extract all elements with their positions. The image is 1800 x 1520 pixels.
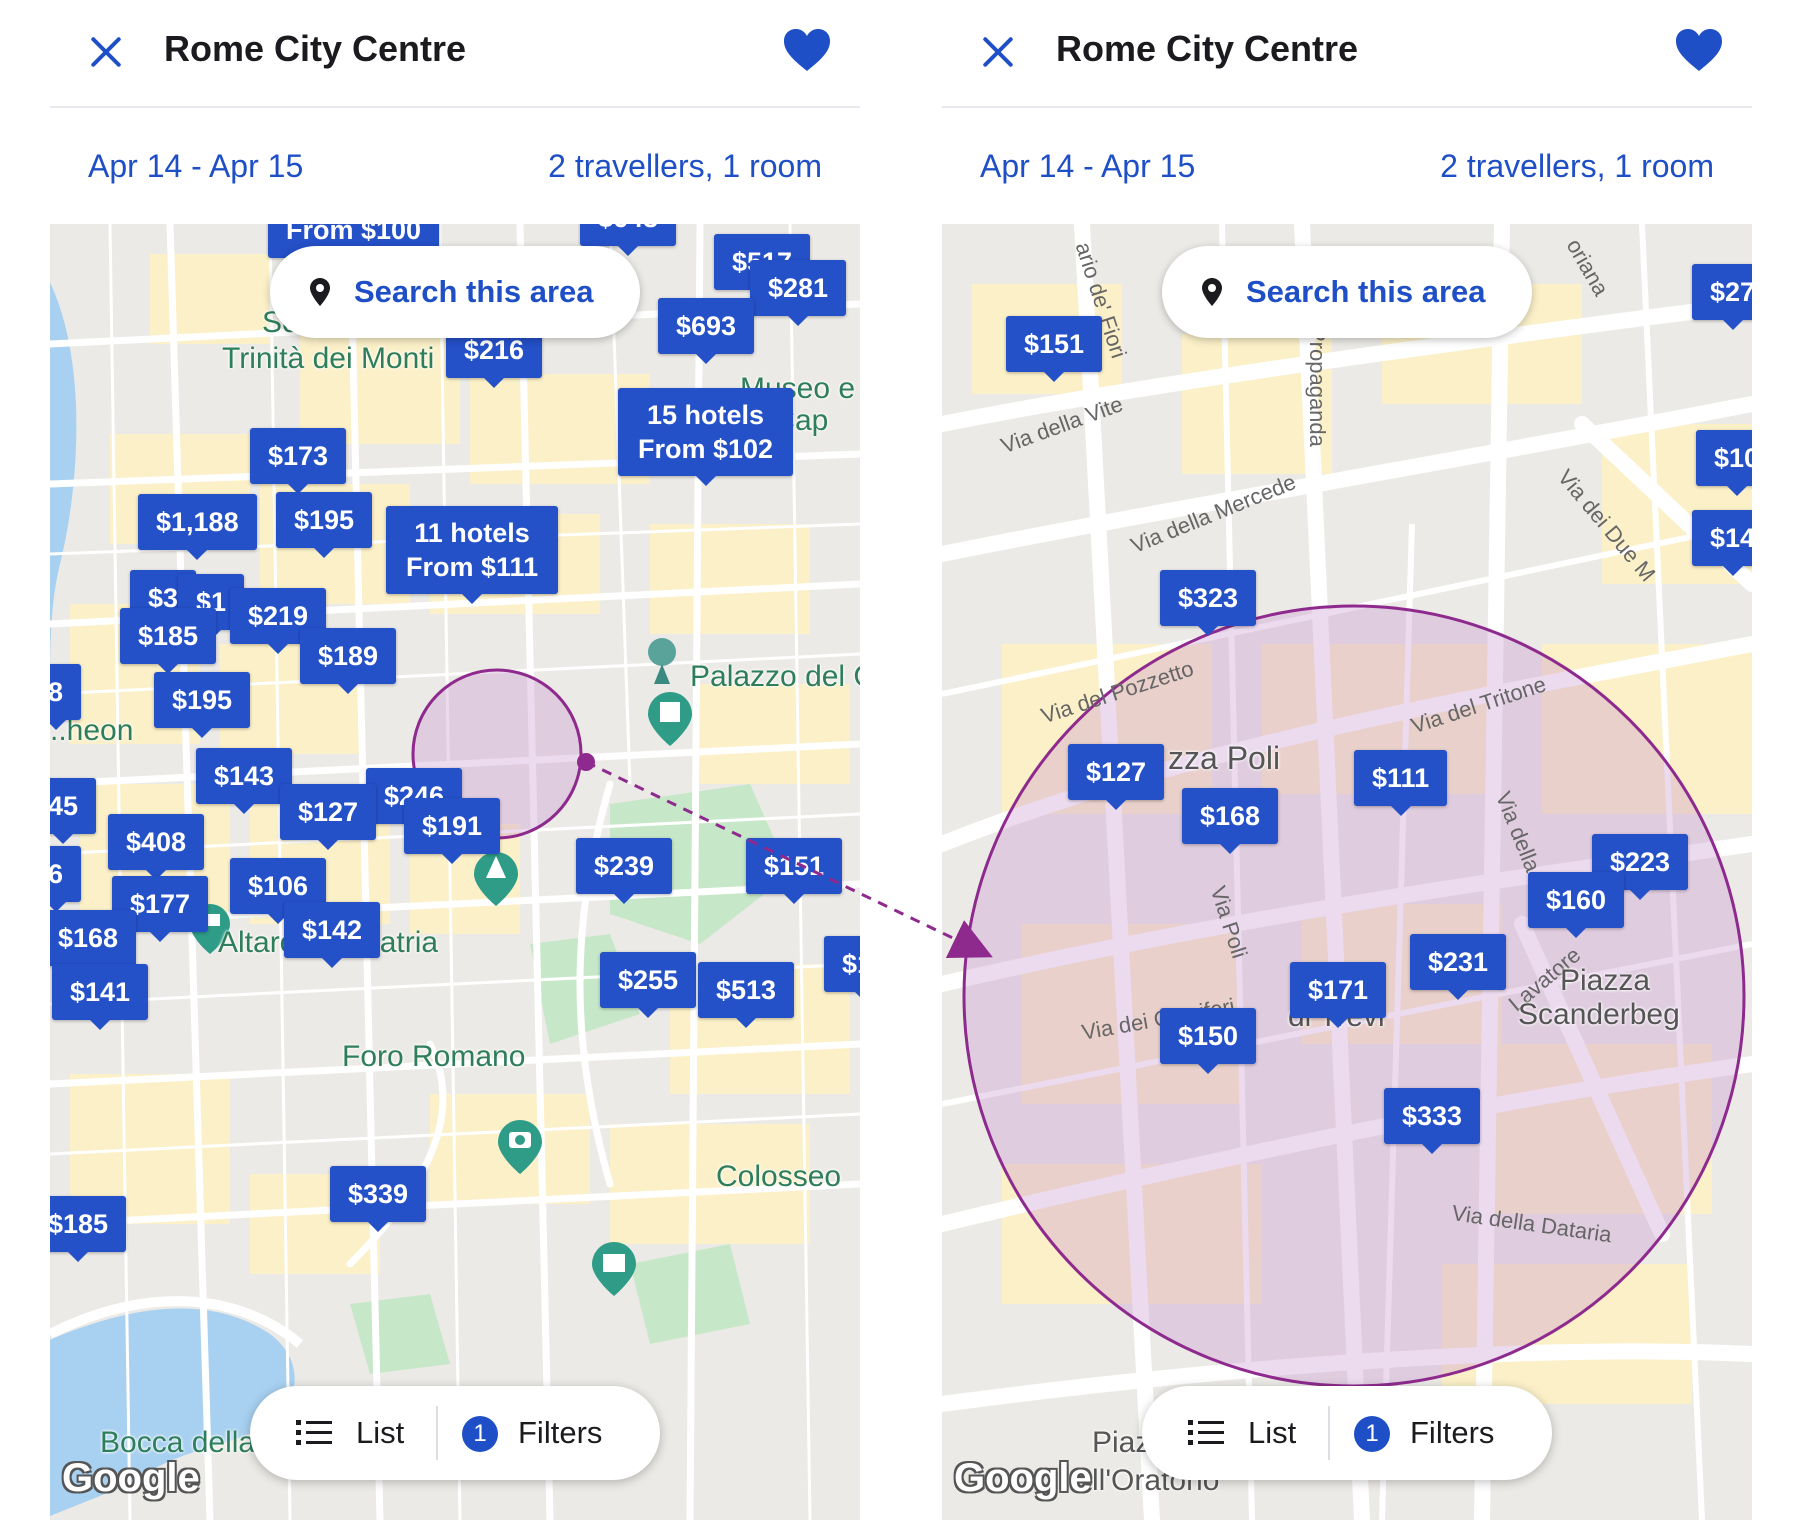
heart-icon[interactable] — [1674, 27, 1724, 73]
price-pin[interactable]: $151 — [746, 838, 843, 904]
price-pin[interactable]: $231 — [1410, 934, 1507, 1000]
filters-label: Filters — [1410, 1415, 1495, 1450]
poi-label: Trinità dei Monti — [222, 342, 435, 375]
search-this-area-label: Search this area — [354, 274, 594, 309]
cluster-price: From $111 — [406, 552, 539, 582]
price-pin[interactable]: $255 — [600, 952, 697, 1018]
google-logo: Google — [954, 1456, 1092, 1500]
price-pin[interactable]: $281 — [750, 260, 847, 326]
cluster-price: From $102 — [638, 434, 774, 464]
date-range[interactable]: Apr 14 - Apr 15 — [88, 148, 303, 185]
price-pin[interactable]: $333 — [1384, 1088, 1481, 1154]
price-pin[interactable]: 6 — [50, 846, 82, 912]
map[interactable]: ario de' Fiori Propaganda Via della Vite… — [942, 224, 1752, 1520]
cluster-count: 11 hotels — [414, 518, 530, 548]
search-this-area-button[interactable]: Search this area — [270, 246, 640, 338]
price-pin[interactable]: $168 — [1182, 788, 1279, 854]
price-pin[interactable]: $127 — [280, 784, 377, 850]
hotel-cluster-pin[interactable]: 11 hotels From $111 — [386, 506, 559, 604]
price-pin[interactable]: $239 — [576, 838, 673, 904]
price-pin[interactable]: $27 — [1692, 264, 1752, 330]
price-pin[interactable]: $648 — [580, 224, 677, 256]
date-range[interactable]: Apr 14 - Apr 15 — [980, 148, 1195, 185]
search-this-area-button[interactable]: Search this area — [1162, 246, 1532, 338]
price-pin[interactable]: $323 — [1160, 570, 1257, 636]
guests-rooms[interactable]: 2 travellers, 1 room — [1440, 148, 1714, 185]
poi-label: Colosseo — [716, 1160, 842, 1193]
price-pin[interactable]: $189 — [300, 628, 397, 694]
top-bar: Rome City Centre — [942, 0, 1752, 108]
filters-button[interactable]: 1 Filters — [1330, 1386, 1552, 1480]
price-pin[interactable]: $127 — [1068, 744, 1165, 810]
price-pin[interactable]: $693 — [658, 298, 755, 364]
price-pin[interactable]: $185 — [120, 608, 217, 674]
trip-summary: Apr 14 - Apr 15 2 travellers, 1 room — [50, 108, 860, 224]
price-pin[interactable]: $173 — [250, 428, 347, 494]
price-pin[interactable]: 8 — [50, 664, 82, 730]
list-filter-bar: List 1 Filters — [250, 1386, 660, 1480]
location-pin-icon — [310, 278, 330, 306]
list-view-button[interactable]: List — [250, 1386, 436, 1480]
price-pin[interactable]: $513 — [698, 962, 795, 1028]
price-pin[interactable]: $142 — [284, 902, 381, 968]
price-pin[interactable]: $160 — [1528, 872, 1625, 938]
trip-summary: Apr 14 - Apr 15 2 travellers, 1 room — [942, 108, 1752, 224]
price-pin[interactable]: $151 — [1006, 316, 1103, 382]
search-this-area-label: Search this area — [1246, 274, 1486, 309]
heart-icon[interactable] — [782, 27, 832, 73]
page-title: Rome City Centre — [1056, 28, 1359, 69]
page-title: Rome City Centre — [164, 28, 467, 69]
price-pin[interactable]: $10 — [1696, 430, 1752, 496]
list-icon — [1188, 1420, 1224, 1445]
google-logo: Google — [62, 1456, 200, 1500]
list-label: List — [1248, 1415, 1297, 1450]
price-pin[interactable]: $339 — [330, 1166, 427, 1232]
price-pin[interactable]: $195 — [276, 492, 373, 558]
close-icon[interactable] — [980, 34, 1016, 70]
poi-label: Palazzo del C — [690, 660, 860, 693]
poi-label: Piazza — [1560, 964, 1651, 997]
price-pin[interactable]: $111 — [1354, 750, 1448, 816]
guests-rooms[interactable]: 2 travellers, 1 room — [548, 148, 822, 185]
filters-count-badge: 1 — [1354, 1416, 1390, 1452]
price-pin[interactable]: $13 — [824, 936, 860, 1002]
price-pin[interactable]: $150 — [1160, 1008, 1257, 1074]
price-pin[interactable]: 45 — [50, 778, 97, 844]
filters-button[interactable]: 1 Filters — [438, 1386, 660, 1480]
street-label: Propaganda — [1305, 327, 1330, 447]
top-bar: Rome City Centre — [50, 0, 860, 108]
left-screen: Rome City Centre Apr 14 - Apr 15 2 trave… — [50, 0, 860, 1520]
price-pin[interactable]: $168 — [50, 910, 137, 976]
price-pin[interactable]: $408 — [108, 814, 205, 880]
list-label: List — [356, 1415, 405, 1450]
price-pin[interactable]: $1,188 — [138, 494, 257, 560]
price-pin[interactable]: $14 — [1692, 510, 1752, 576]
poi-label: Foro Romano — [342, 1040, 526, 1073]
poi-label: Scanderbeg — [1518, 998, 1680, 1031]
price-pin[interactable]: $141 — [52, 964, 149, 1030]
close-icon[interactable] — [88, 34, 124, 70]
price-pin[interactable]: $195 — [154, 672, 251, 738]
poi-label: Bocca della — [100, 1426, 256, 1459]
list-filter-bar: List 1 Filters — [1142, 1386, 1552, 1480]
list-icon — [296, 1420, 332, 1445]
price-pin[interactable]: $191 — [404, 798, 501, 864]
map[interactable]: Scalinata di Trinità dei Monti Museo e t… — [50, 224, 860, 1520]
list-view-button[interactable]: List — [1142, 1386, 1328, 1480]
price-pin[interactable]: $143 — [196, 748, 293, 814]
cluster-count: 15 hotels — [647, 400, 765, 430]
hotel-cluster-pin[interactable]: 15 hotels From $102 — [618, 388, 794, 486]
filters-label: Filters — [518, 1415, 603, 1450]
poi-label: zza Poli — [1168, 740, 1281, 776]
price-pin[interactable]: $171 — [1290, 962, 1387, 1028]
right-screen: Rome City Centre Apr 14 - Apr 15 2 trave… — [942, 0, 1752, 1520]
price-pin[interactable]: $185 — [50, 1196, 127, 1262]
location-pin-icon — [1202, 278, 1222, 306]
filters-count-badge: 1 — [462, 1416, 498, 1452]
